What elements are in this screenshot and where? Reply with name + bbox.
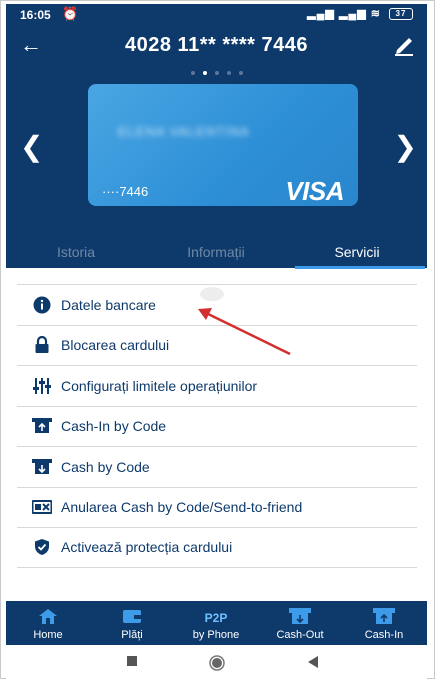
p2p-text: P2P [204, 611, 228, 625]
pager-dot-active [202, 71, 207, 75]
nav-label: Home [33, 629, 63, 641]
back-button-icon[interactable] [306, 655, 320, 669]
signal-icon-2: ▂▄▆ [338, 8, 367, 20]
list-item-blocarea-cardului[interactable]: Blocarea cardului [17, 324, 417, 366]
nav-label: Cash-Out [276, 629, 324, 641]
status-bar: 16:05 ⏰ ▂▄▆ ▂▄▆ ≋ 37 [6, 4, 427, 26]
list-item-label: Activează protecția cardului [61, 539, 233, 556]
card-number: ····7446 [102, 184, 149, 199]
p2p-icon: P2P [174, 601, 258, 625]
nav-label: Plăți [121, 629, 143, 641]
page-title: 4028 11** **** 7446 [125, 34, 308, 56]
list-item-label: Anularea Cash by Code/Send-to-friend [61, 499, 303, 516]
lock-icon [31, 335, 53, 355]
next-card-icon[interactable]: ❯ [394, 130, 417, 163]
home-icon [6, 601, 90, 625]
bottom-navigation: Home Plăți P2P by Phone Cash-Out Cash-In [6, 601, 427, 645]
alarm-icon: ⏰ [62, 6, 79, 21]
app-bar: ← 4028 11** **** 7446 [6, 30, 427, 60]
list-item-anularea-cash-by-code[interactable]: Anularea Cash by Code/Send-to-friend [17, 486, 417, 528]
list-item-cash-in-by-code[interactable]: Cash-In by Code [17, 405, 417, 447]
wifi-icon: ≋ [370, 8, 381, 20]
recents-button-icon[interactable] [126, 655, 138, 667]
status-time: 16:05 [20, 8, 51, 22]
visa-logo: VISA [285, 176, 344, 206]
list-item-label: Cash-In by Code [61, 418, 167, 435]
nav-cash-in[interactable]: Cash-In [342, 601, 426, 645]
nav-label: by Phone [192, 629, 240, 641]
list-item-label: Datele bancare [61, 296, 156, 313]
header-area: 16:05 ⏰ ▂▄▆ ▂▄▆ ≋ 37 ← 4028 11** **** 74… [6, 4, 427, 269]
wallet-icon [90, 601, 174, 625]
nav-cash-out[interactable]: Cash-Out [258, 601, 342, 645]
battery-icon: 37 [389, 8, 413, 21]
cash-in-icon [31, 416, 53, 436]
signal-icon: ▂▄▆ [307, 8, 335, 20]
list-item-activeaza-protectia[interactable]: Activează protecția cardului [17, 527, 417, 568]
active-tab-indicator [295, 266, 425, 269]
sliders-icon [31, 376, 53, 396]
pager-dot [238, 71, 243, 75]
tab-informatii[interactable]: Informații [146, 244, 286, 260]
list-item-label: Cash by Code [61, 458, 150, 475]
card-holder-name: ELENA VALENTINA [118, 124, 250, 139]
atm-in-icon [342, 601, 426, 625]
pager-dot [190, 71, 195, 75]
list-item-configurati-limitele[interactable]: Configurați limitele operațiunilor [17, 365, 417, 406]
status-indicators: ▂▄▆ ▂▄▆ ≋ 37 [307, 7, 413, 21]
info-icon [31, 295, 53, 315]
bank-card[interactable]: ELENA VALENTINA ····7446 VISA [88, 84, 358, 206]
previous-card-icon[interactable]: ❮ [20, 130, 43, 163]
cash-out-icon [31, 457, 53, 477]
pager-dot [226, 71, 231, 75]
home-button-icon[interactable] [209, 655, 225, 671]
tab-servicii[interactable]: Servicii [287, 244, 427, 260]
tab-istoria[interactable]: Istoria [6, 244, 146, 260]
pager-dot [214, 71, 219, 75]
shield-icon [31, 537, 53, 557]
list-item-datele-bancare[interactable]: Datele bancare [17, 284, 417, 325]
nav-plati[interactable]: Plăți [90, 601, 174, 645]
cancel-cash-icon [31, 497, 53, 517]
list-item-label: Blocarea cardului [61, 337, 170, 354]
services-list: Datele bancare Blocarea cardului Configu… [17, 284, 417, 568]
nav-label: Cash-In [364, 629, 404, 641]
list-item-cash-by-code[interactable]: Cash by Code [17, 446, 417, 487]
nav-p2p[interactable]: P2P by Phone [174, 601, 258, 645]
atm-out-icon [258, 601, 342, 625]
card-pager-dots [6, 62, 427, 80]
list-item-label: Configurați limitele operațiunilor [61, 377, 258, 394]
edit-pencil-icon[interactable] [393, 32, 415, 56]
tab-bar: Istoria Informații Servicii [6, 238, 427, 269]
system-navigation-bar [6, 645, 427, 679]
nav-home[interactable]: Home [6, 601, 90, 645]
